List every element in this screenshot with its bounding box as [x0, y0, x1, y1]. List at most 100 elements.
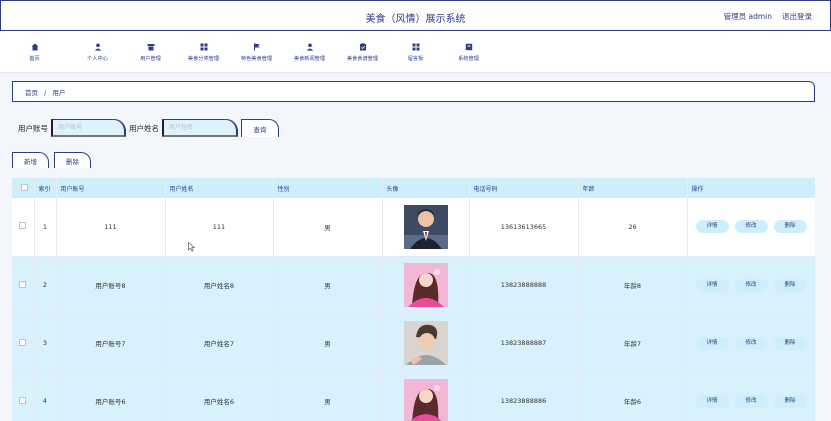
column-header: 性别 [273, 178, 383, 198]
column-header: 年龄 [578, 178, 688, 198]
user-icon [94, 43, 102, 51]
row-checkbox[interactable] [19, 280, 27, 288]
table-row: 2 用户账号8 用户姓名8 男 13823888888 年龄8 详情 修改 删除 [12, 256, 815, 315]
detail-button[interactable]: 详情 [695, 336, 729, 350]
account-search-input[interactable] [51, 119, 126, 137]
column-header: 头像 [382, 178, 470, 198]
add-button[interactable]: 新增 [12, 152, 49, 168]
name-cell: 用户姓名8 [165, 256, 274, 315]
admin-label[interactable]: 管理员 admin [724, 11, 772, 22]
nav-label: 系统管理 [458, 55, 479, 62]
account-cell: 111 [56, 198, 166, 257]
account-cell: 用户账号7 [56, 314, 166, 373]
nav-label: 美食分类管理 [187, 55, 220, 62]
avatar-cell [382, 256, 470, 315]
nav-item-system[interactable]: 系统管理 [442, 31, 495, 73]
edit-button[interactable]: 修改 [734, 278, 768, 292]
delete-button[interactable]: 删除 [773, 394, 807, 408]
index-cell: 4 [34, 372, 57, 421]
operations-cell: 详情 修改 删除 [687, 372, 815, 421]
delete-button[interactable]: 删除 [773, 336, 807, 350]
name-cell: 用户姓名7 [165, 314, 274, 373]
archive-icon [465, 43, 473, 51]
nav-item-home[interactable]: 首页 [8, 31, 61, 73]
index-cell: 3 [34, 314, 57, 373]
column-header: 用户姓名 [165, 178, 274, 198]
nav-item-recipes[interactable]: 美食食谱管理 [336, 31, 389, 73]
mouse-cursor-icon [188, 242, 195, 252]
index-cell: 1 [34, 198, 57, 257]
main-nav: 首页 个人中心 用户管理 美食分类管理 特色美食管理 美食新闻管理 美食食谱管理… [0, 31, 831, 73]
logout-link[interactable]: 退出登录 [782, 11, 812, 22]
account-label: 用户账号 [18, 123, 48, 133]
breadcrumb-home[interactable]: 首页 [25, 89, 38, 97]
app-title: 美食（风情）展示系统 [365, 14, 466, 25]
nav-item-message-board[interactable]: 留言板 [389, 31, 442, 73]
column-header: 用户账号 [56, 178, 166, 198]
phone-cell: 13613613665 [469, 198, 579, 257]
operations-cell: 详情 修改 删除 [687, 198, 815, 257]
nav-item-special-food[interactable]: 特色美食管理 [230, 31, 283, 73]
age-cell: 年龄7 [578, 314, 688, 373]
row-checkbox[interactable] [19, 222, 27, 230]
nav-item-profile[interactable]: 个人中心 [71, 31, 124, 73]
name-label: 用户姓名 [129, 123, 159, 133]
delete-button[interactable]: 删除 [773, 278, 807, 292]
nav-item-food-news[interactable]: 美食新闻管理 [283, 31, 336, 73]
detail-button[interactable]: 详情 [695, 394, 729, 408]
nav-label: 个人中心 [87, 55, 108, 62]
row-select-cell [12, 198, 35, 257]
column-header: 电话号码 [469, 178, 579, 198]
top-bar: 美食（风情）展示系统 管理员 admin 退出登录 [0, 0, 831, 31]
user-table: 索引 用户账号 用户姓名 性别 头像 电话号码 年龄 操作 1 111 111 … [12, 178, 815, 421]
index-cell: 2 [34, 256, 57, 315]
avatar-cell [382, 372, 470, 421]
search-bar: 用户账号 用户姓名 查询 [18, 119, 279, 137]
users-icon [147, 43, 155, 51]
avatar [403, 263, 448, 307]
gender-cell: 男 [273, 256, 383, 315]
home-icon [31, 43, 39, 51]
breadcrumb: 首页 / 用户 [12, 81, 815, 102]
edit-button[interactable]: 修改 [734, 394, 768, 408]
table-row: 3 用户账号7 用户姓名7 男 13823888887 年龄7 详情 修改 删除 [12, 314, 815, 373]
phone-cell: 13823888888 [469, 256, 579, 315]
edit-button[interactable]: 修改 [734, 336, 768, 350]
name-cell: 111 [165, 198, 274, 257]
batch-delete-button[interactable]: 删除 [54, 152, 91, 168]
gender-cell: 男 [273, 314, 383, 373]
age-cell: 年龄6 [578, 372, 688, 421]
nav-label: 留言板 [407, 55, 424, 62]
table-row: 1 111 111 男 13613613665 26 详情 修改 删除 [12, 198, 815, 257]
row-select-cell [12, 314, 35, 373]
breadcrumb-current: 用户 [52, 89, 66, 97]
select-all-cell [12, 178, 35, 198]
avatar-cell [382, 198, 470, 257]
name-search-input[interactable] [162, 119, 238, 137]
nav-label: 美食食谱管理 [346, 55, 379, 62]
grid-icon [200, 43, 208, 51]
query-button[interactable]: 查询 [241, 119, 279, 137]
nav-label: 用户管理 [140, 55, 161, 62]
grid-icon [412, 43, 420, 51]
phone-cell: 13823888886 [469, 372, 579, 421]
person-icon [306, 43, 314, 51]
avatar-cell [382, 314, 470, 373]
nav-item-food-category[interactable]: 美食分类管理 [177, 31, 230, 73]
row-select-cell [12, 372, 35, 421]
detail-button[interactable]: 详情 [695, 278, 729, 292]
detail-button[interactable]: 详情 [695, 220, 729, 234]
select-all-checkbox[interactable] [21, 183, 29, 191]
breadcrumb-separator: / [44, 89, 47, 97]
delete-button[interactable]: 删除 [773, 220, 807, 234]
row-checkbox[interactable] [19, 396, 27, 404]
clipboard-icon [359, 42, 367, 51]
row-checkbox[interactable] [19, 338, 27, 346]
toolbar: 新增 删除 [12, 152, 91, 168]
avatar [403, 321, 448, 365]
nav-item-users[interactable]: 用户管理 [124, 31, 177, 73]
operations-cell: 详情 修改 删除 [687, 256, 815, 315]
table-header-row: 索引 用户账号 用户姓名 性别 头像 电话号码 年龄 操作 [12, 178, 815, 198]
avatar [403, 379, 448, 421]
edit-button[interactable]: 修改 [734, 220, 768, 234]
